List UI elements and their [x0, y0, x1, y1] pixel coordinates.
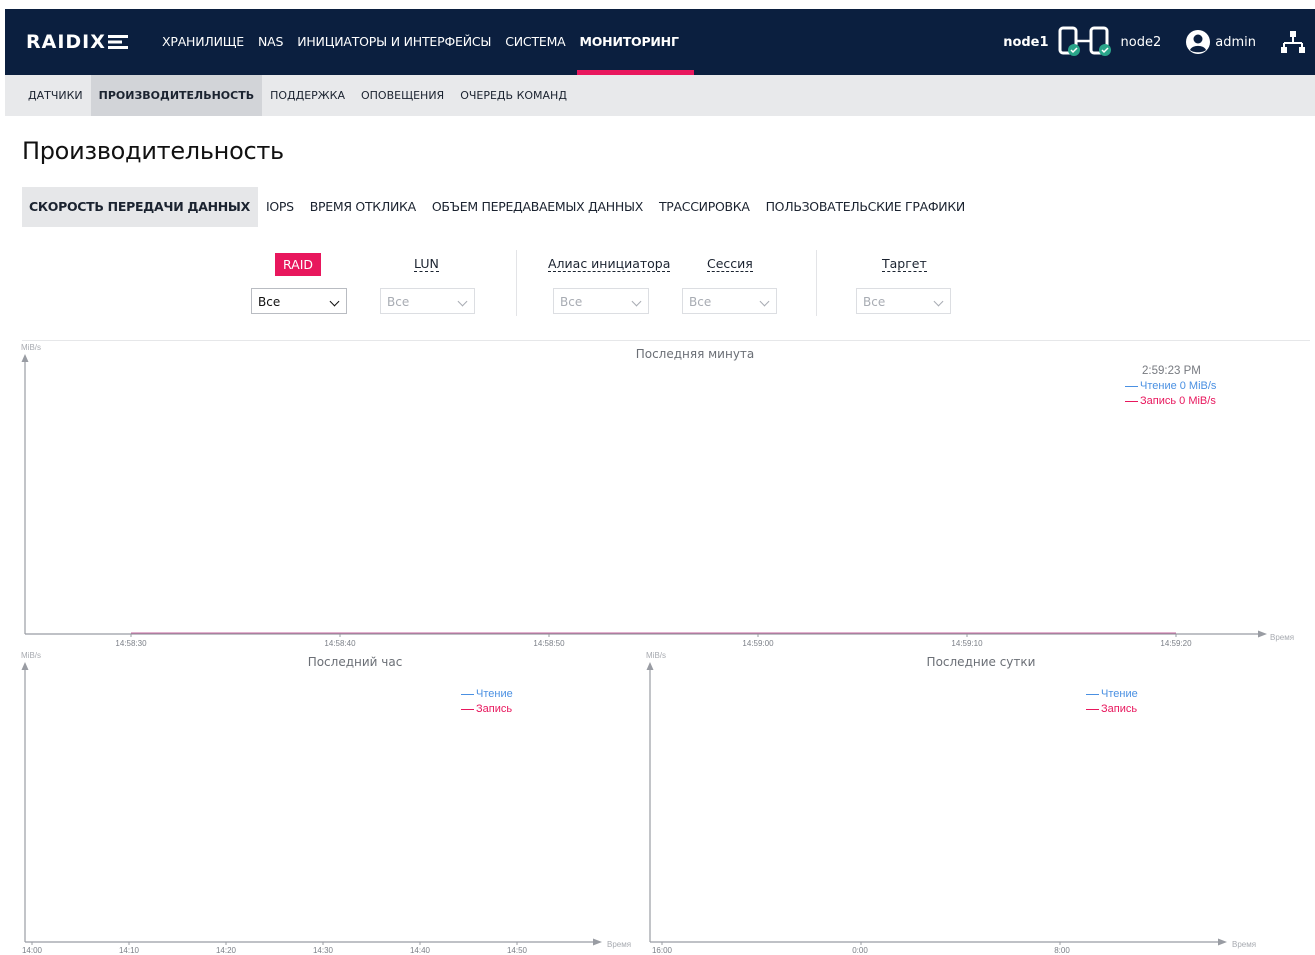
x-tick-label: 14:58:40 [324, 639, 356, 648]
legend-swatch-write [1125, 401, 1138, 402]
legend-swatch-read [1086, 694, 1099, 695]
legend-swatch-read [461, 694, 474, 695]
legend-item-write: Запись [461, 702, 513, 717]
legend-item-write: Запись [1086, 702, 1138, 717]
legend-label-write: Запись 0 MiB/s [1140, 395, 1216, 407]
chart-minute-x-arrow [1258, 630, 1267, 638]
x-tick-label: 14:58:50 [533, 639, 565, 648]
chart-hour-legend: Чтение Запись [461, 687, 513, 717]
chart-day-y-arrow [646, 662, 654, 670]
legend-label-write: Запись [1101, 703, 1138, 715]
x-tick-label: 14:30 [312, 946, 334, 955]
legend-swatch-write [1086, 709, 1099, 710]
legend-item-read: Чтение 0 MiB/s [1125, 379, 1216, 394]
chart-minute-legend: 2:59:23 PM Чтение 0 MiB/s Запись 0 MiB/s [1125, 364, 1216, 409]
chart-day-x-arrow [1218, 938, 1227, 946]
legend-swatch-write [461, 709, 474, 710]
legend-item-write: Запись 0 MiB/s [1125, 394, 1216, 409]
x-tick-label: 14:59:10 [951, 639, 983, 648]
chart-day-x-label: Время [1232, 940, 1257, 949]
x-tick-label: 14:58:30 [115, 639, 147, 648]
legend-item-read: Чтение [461, 687, 513, 702]
x-tick-label: 14:00 [21, 946, 43, 955]
legend-label-read: Чтение [1101, 688, 1138, 700]
legend-label-write: Запись [476, 703, 513, 715]
x-tick-label: 14:50 [506, 946, 528, 955]
chart-minute-y-arrow [21, 354, 29, 362]
chart-hour-x-label: Время [607, 940, 632, 949]
chart-hour-y-label: MiB/s [21, 651, 41, 660]
x-tick-label: 16:00 [651, 946, 673, 955]
x-tick-label: 14:40 [409, 946, 431, 955]
chart-day-legend: Чтение Запись [1086, 687, 1138, 717]
x-tick-label: 14:10 [118, 946, 140, 955]
chart-hour-y-arrow [21, 662, 29, 670]
legend-label-read: Чтение 0 MiB/s [1140, 380, 1217, 392]
x-tick-label: 14:59:00 [742, 639, 774, 648]
x-tick-label: 14:59:20 [1160, 639, 1192, 648]
chart-day-y-label: MiB/s [646, 651, 666, 660]
legend-swatch-read [1125, 386, 1138, 387]
chart-minute-tooltip-time: 2:59:23 PM [1142, 365, 1201, 377]
x-tick-label: 8:00 [1054, 946, 1070, 955]
chart-minute-axes [21, 354, 1267, 946]
legend-label-read: Чтение [476, 688, 513, 700]
chart-hour-title: Последний час [307, 655, 403, 669]
chart-hour-x-arrow [593, 938, 602, 946]
chart-day-title: Последние сутки [926, 655, 1036, 669]
x-tick-label: 14:20 [215, 946, 237, 955]
x-tick-label: 0:00 [852, 946, 868, 955]
legend-item-read: Чтение [1086, 687, 1138, 702]
